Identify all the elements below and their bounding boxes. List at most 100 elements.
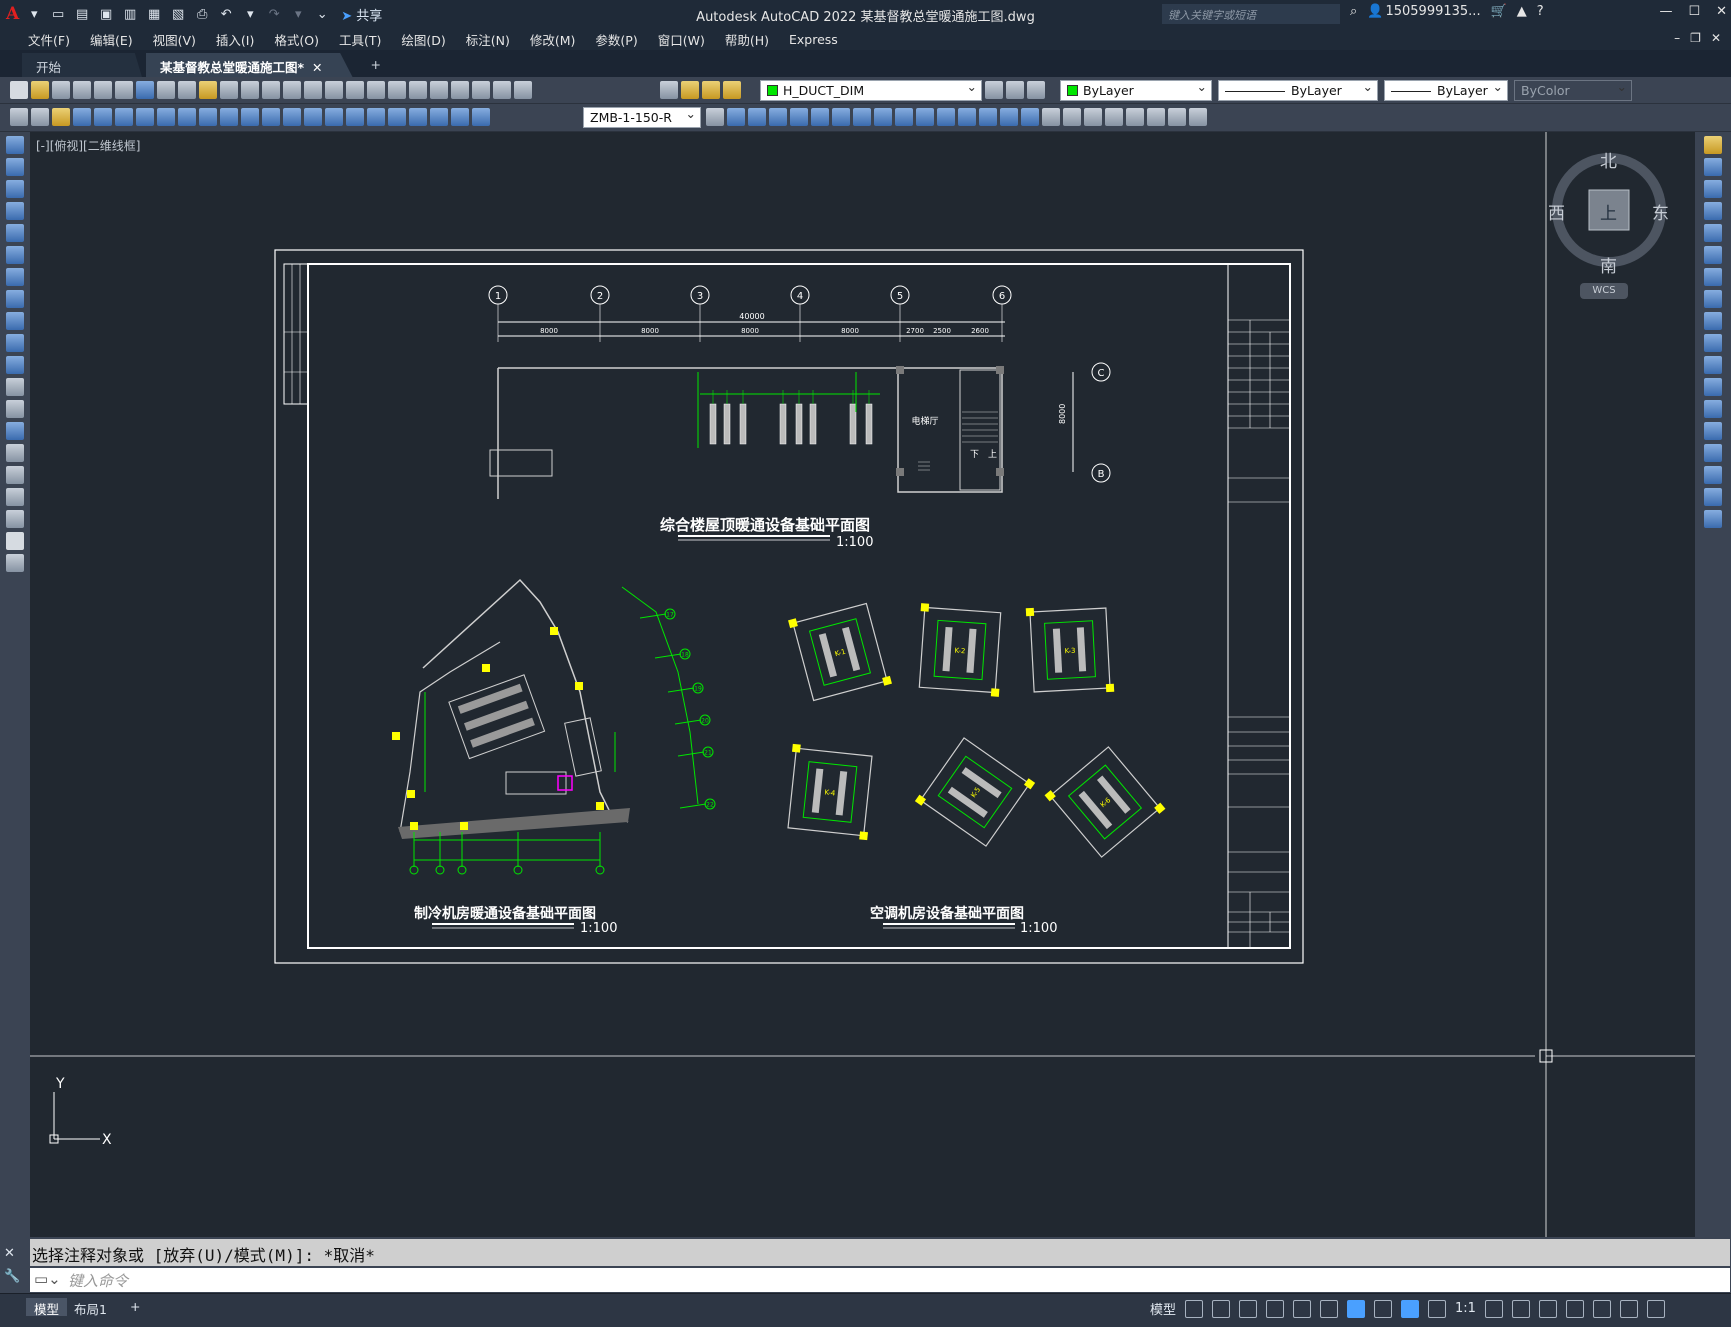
rotate-side-icon[interactable] [1704,268,1722,286]
construction-line-icon[interactable] [6,158,24,176]
scale-icon[interactable] [853,108,871,126]
make-block-icon[interactable] [6,400,24,418]
hardware-acceleration-icon[interactable] [1592,1299,1611,1318]
ellipse-arc-icon[interactable] [6,356,24,374]
autocad-logo-icon[interactable]: A [6,4,19,24]
save-icon[interactable]: ▣ [97,5,115,23]
polar-icon[interactable] [1266,1299,1285,1318]
table-icon[interactable] [6,510,24,528]
copy-modify-icon[interactable] [727,108,745,126]
redo-toolbar-icon[interactable] [283,81,301,99]
viewcube[interactable]: 北 南 西 东 上 WCS [1548,147,1670,307]
extend-icon[interactable] [916,108,934,126]
move-side-icon[interactable] [1704,246,1722,264]
copy-icon[interactable] [178,81,196,99]
break-icon[interactable] [937,108,955,126]
explode-side-icon[interactable] [1704,510,1722,528]
isodraft-icon[interactable] [1293,1299,1312,1318]
lineweight-icon[interactable] [1374,1299,1393,1318]
spline-icon[interactable] [6,312,24,330]
move-icon[interactable] [811,108,829,126]
dim-edit-icon[interactable] [430,108,448,126]
plot-toolbar-icon[interactable] [73,81,91,99]
grid-icon[interactable] [1185,1299,1204,1318]
dim-baseline-icon[interactable] [262,108,280,126]
area-icon[interactable] [1147,108,1165,126]
tab-layout1[interactable]: 布局1 [66,1298,115,1317]
fillet-side-icon[interactable] [1704,466,1722,484]
block-editor-icon[interactable] [241,81,259,99]
polygon-icon[interactable] [6,202,24,220]
line-icon[interactable] [6,136,24,154]
circle-icon[interactable] [6,268,24,286]
command-prompt-icon[interactable]: ▭⌄ [34,1270,61,1288]
layer-dropdown[interactable]: H_DUCT_DIM [760,80,982,101]
plotstyle-dropdown[interactable]: ByColor [1514,80,1632,101]
dim-text-edit-icon[interactable] [451,108,469,126]
menu-file[interactable]: 文件(F) [18,30,80,49]
dim-radius-icon[interactable] [157,108,175,126]
units-icon[interactable] [1538,1299,1557,1318]
calculator-icon[interactable] [493,81,511,99]
center-mark-icon[interactable] [367,108,385,126]
array-icon[interactable] [790,108,808,126]
redo-icon[interactable]: ↷ [265,5,283,23]
save-as-icon[interactable]: ▥ [121,5,139,23]
search-input[interactable]: 键入关键字或短语 [1162,4,1340,24]
doc-minimize-icon[interactable]: – [1674,31,1680,45]
viewcube-west[interactable]: 西 [1548,199,1565,224]
workspace-gear-icon[interactable] [1484,1299,1503,1318]
layer-states-icon[interactable] [1027,81,1045,99]
dim-linear-icon[interactable] [73,108,91,126]
annotation-scale[interactable]: 1:1 [1455,1301,1476,1316]
close-button[interactable]: ✕ [1716,4,1727,19]
share-button[interactable]: ➤ 共享 [341,5,382,24]
hatch-back-icon[interactable] [1126,108,1144,126]
zoom-previous-icon[interactable] [367,81,385,99]
undo-dropdown-icon[interactable]: ▾ [241,5,259,23]
menu-draw[interactable]: 绘图(D) [391,30,455,49]
hatch-icon[interactable] [6,444,24,462]
command-input[interactable]: ▭⌄ 键入命令 [30,1268,1730,1292]
break-point-icon[interactable] [1704,378,1722,396]
copy-side-icon[interactable] [1704,158,1722,176]
chamfer-icon[interactable] [979,108,997,126]
lineweight-dropdown[interactable]: ByLayer [1384,80,1508,101]
customize-qat-icon[interactable]: ⌄ [313,5,331,23]
help-toolbar-icon[interactable] [514,81,532,99]
plot-icon[interactable]: ⎙ [193,5,211,23]
array-side-icon[interactable] [1704,224,1722,242]
menu-dimension[interactable]: 标注(N) [456,30,520,49]
menu-format[interactable]: 格式(O) [264,30,329,49]
viewcube-south[interactable]: 南 [1600,252,1617,277]
dim-ordinate-icon[interactable] [136,108,154,126]
dim-jogged-icon[interactable] [178,108,196,126]
wcs-menu[interactable]: WCS [1580,283,1628,299]
viewcube-east[interactable]: 东 [1652,199,1669,224]
publish-icon[interactable] [115,81,133,99]
ellipse-icon[interactable] [6,334,24,352]
rotate-icon[interactable] [832,108,850,126]
tool-palettes-icon[interactable] [430,81,448,99]
mirror-icon[interactable] [748,108,766,126]
model-space-button[interactable]: 模型 [1150,1299,1176,1318]
add-selected-icon[interactable] [6,554,24,572]
command-close-icon[interactable]: ✕ [4,1242,20,1265]
draworder-icon[interactable] [1042,108,1060,126]
layer-lock-icon[interactable] [723,81,741,99]
properties-icon[interactable] [388,81,406,99]
cut-icon[interactable] [157,81,175,99]
open-web-icon[interactable]: ▦ [145,5,163,23]
break-side-icon[interactable] [1704,400,1722,418]
autodesk-app-icon[interactable]: ▲ [1517,4,1527,19]
menu-insert[interactable]: 插入(I) [206,30,264,49]
snap-icon[interactable] [1212,1299,1231,1318]
sheet-set-icon[interactable] [451,81,469,99]
trim-side-icon[interactable] [1704,334,1722,352]
menu-window[interactable]: 窗口(W) [648,30,715,49]
undo-toolbar-icon[interactable] [262,81,280,99]
rectangle-icon[interactable] [6,224,24,242]
layer-previous-icon[interactable] [1006,81,1024,99]
color-dropdown[interactable]: ByLayer [1060,80,1212,101]
point-icon[interactable] [6,422,24,440]
